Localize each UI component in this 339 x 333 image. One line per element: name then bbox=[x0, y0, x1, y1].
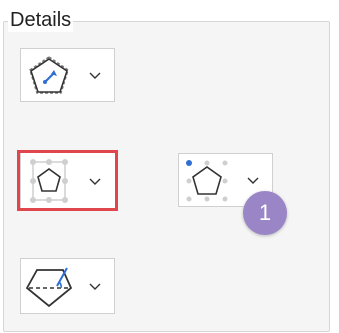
chevron-down-icon[interactable] bbox=[77, 49, 113, 101]
center-anchor-shape-button[interactable] bbox=[20, 48, 115, 102]
selection-handles-shape-button[interactable] bbox=[20, 152, 117, 210]
callout-badge: 1 bbox=[243, 191, 287, 235]
chevron-down-icon[interactable] bbox=[77, 153, 113, 209]
pentagon-corner-dot-icon[interactable] bbox=[179, 154, 235, 206]
pentagon-section-icon[interactable] bbox=[21, 259, 77, 313]
pentagon-center-arrow-icon[interactable] bbox=[21, 49, 77, 101]
pentagon-handles-icon[interactable] bbox=[21, 153, 77, 209]
chevron-down-icon[interactable] bbox=[77, 259, 113, 313]
group-title: Details bbox=[8, 8, 74, 32]
section-plane-shape-button[interactable] bbox=[20, 258, 115, 314]
